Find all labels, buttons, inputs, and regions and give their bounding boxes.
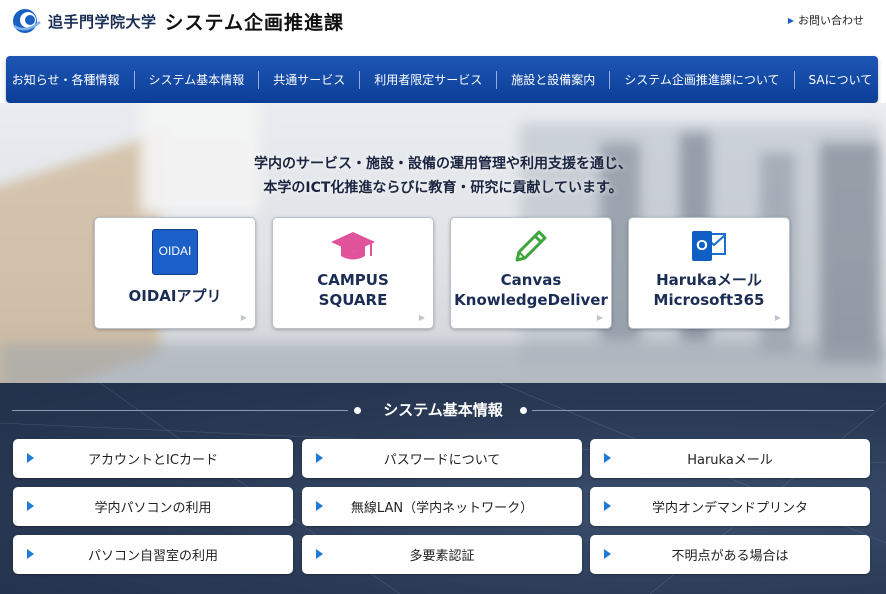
hero-tagline-line1: 学内のサービス・施設・設備の運用管理や利用支援を通じ、 [254, 156, 632, 172]
triangle-right-icon [27, 453, 34, 463]
arrow-right-icon: ▶ [787, 15, 794, 25]
card-title-line1: Harukaメール [656, 271, 762, 289]
link-label: 学内パソコンの利用 [94, 501, 212, 516]
link-label: パソコン自習室の利用 [87, 549, 218, 564]
link-self-study-room[interactable]: パソコン自習室の利用 [13, 535, 293, 574]
link-mfa[interactable]: 多要素認証 [302, 535, 582, 574]
university-logo-icon [12, 8, 42, 34]
link-label: Harukaメール [687, 453, 773, 468]
card-canvas[interactable]: Canvas KnowledgeDeliver ▶ [450, 217, 612, 329]
oidai-icon-text: OIDAI [158, 244, 192, 258]
card-corner-arrow-icon: ▶ [418, 313, 425, 322]
card-title-line2: KnowledgeDeliver [454, 291, 608, 309]
card-oidai-app[interactable]: OIDAI OIDAIアプリ ▶ [94, 217, 256, 329]
triangle-right-icon [316, 501, 323, 511]
heading-rule-right [532, 410, 874, 411]
section-heading: システム基本情報 [0, 399, 886, 421]
triangle-right-icon [604, 453, 611, 463]
card-corner-arrow-icon: ▶ [596, 313, 603, 322]
card-title-line2: Microsoft365 [653, 291, 765, 309]
triangle-right-icon [604, 549, 611, 559]
triangle-right-icon [604, 501, 611, 511]
link-label: 多要素認証 [409, 549, 475, 564]
quick-link-cards: OIDAI OIDAIアプリ ▶ CAMPUS SQUARE ▶ Canvas … [94, 217, 794, 329]
hero-banner: 学内のサービス・施設・設備の運用管理や利用支援を通じ、 本学のICT化推進ならび… [0, 103, 886, 383]
heading-dot-right [520, 407, 527, 414]
contact-label: お問い合わせ [798, 14, 864, 27]
card-corner-arrow-icon: ▶ [240, 313, 247, 322]
nav-item-restricted-services[interactable]: 利用者限定サービス [359, 70, 496, 89]
system-info-section: システム基本情報 アカウントとICカード パスワードについて Harukaメール… [0, 383, 886, 594]
hero-tagline-line2: 本学のICT化推進ならびに教育・研究に貢献しています。 [263, 180, 623, 196]
nav-item-system-info[interactable]: システム基本情報 [133, 70, 259, 89]
graduation-cap-icon [330, 230, 376, 264]
site-header: 追手門学院大学 システム企画推進課 ▶ お問い合わせ [0, 0, 886, 52]
nav-item-sa[interactable]: SAについて [793, 70, 886, 89]
card-haruka-mail[interactable]: O Harukaメール Microsoft365 ▶ [628, 217, 790, 329]
triangle-right-icon [27, 549, 34, 559]
triangle-right-icon [316, 549, 323, 559]
card-campus-square[interactable]: CAMPUS SQUARE ▶ [272, 217, 434, 329]
triangle-right-icon [316, 453, 323, 463]
card-title-line1: Canvas [500, 271, 562, 289]
link-label: パスワードについて [383, 453, 501, 468]
link-password[interactable]: パスワードについて [302, 439, 582, 478]
card-title-line2: SQUARE [318, 291, 388, 309]
nav-item-about[interactable]: システム企画推進課について [609, 70, 793, 89]
outlook-icon-text: O [696, 237, 708, 254]
oidai-app-icon: OIDAI [152, 229, 198, 275]
link-help[interactable]: 不明点がある場合は [590, 535, 870, 574]
link-account-ic-card[interactable]: アカウントとICカード [13, 439, 293, 478]
card-title: OIDAIアプリ [128, 287, 222, 305]
nav-item-facilities[interactable]: 施設と設備案内 [496, 70, 609, 89]
link-ondemand-printer[interactable]: 学内オンデマンドプリンタ [590, 487, 870, 526]
link-campus-pc[interactable]: 学内パソコンの利用 [13, 487, 293, 526]
card-title-line1: CAMPUS [317, 271, 389, 289]
nav-item-news[interactable]: お知らせ・各種情報 [0, 71, 134, 89]
link-label: アカウントとICカード [88, 453, 218, 468]
triangle-right-icon [27, 501, 34, 511]
pencil-icon [511, 226, 551, 266]
global-nav: お知らせ・各種情報 システム基本情報 共通サービス 利用者限定サービス 施設と設… [6, 56, 878, 103]
card-corner-arrow-icon: ▶ [774, 313, 781, 322]
outlook-icon: O [689, 226, 729, 266]
nav-item-common-services[interactable]: 共通サービス [258, 70, 359, 89]
link-label: 不明点がある場合は [671, 549, 789, 564]
link-wireless-lan[interactable]: 無線LAN（学内ネットワーク） [302, 487, 582, 526]
link-haruka-mail[interactable]: Harukaメール [590, 439, 870, 478]
contact-link[interactable]: ▶ お問い合わせ [788, 12, 864, 28]
link-label: 学内オンデマンドプリンタ [651, 501, 808, 516]
site-logo[interactable]: 追手門学院大学 システム企画推進課 [12, 8, 344, 34]
department-name: システム企画推進課 [164, 11, 344, 34]
university-name: 追手門学院大学 [48, 12, 157, 31]
link-label: 無線LAN（学内ネットワーク） [350, 501, 534, 516]
